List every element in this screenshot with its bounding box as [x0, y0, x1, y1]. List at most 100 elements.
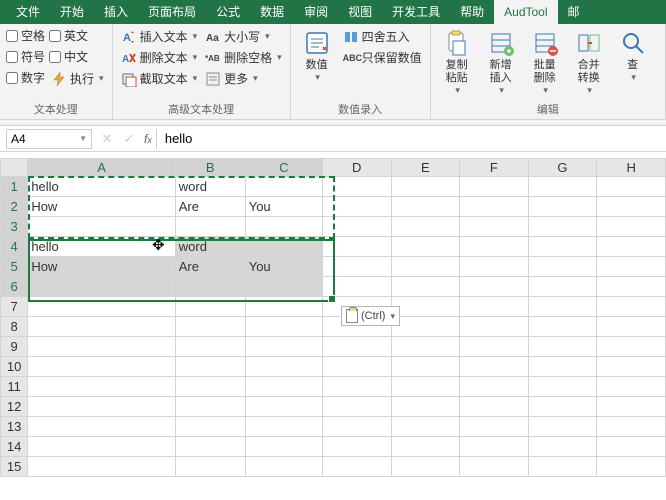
cell-C9[interactable]: [245, 337, 322, 357]
cell-H9[interactable]: [597, 337, 666, 357]
cell-E15[interactable]: [391, 457, 460, 477]
edit-button-3[interactable]: 合并转换▾: [569, 27, 609, 98]
cell-C14[interactable]: [245, 437, 322, 457]
cell-F6[interactable]: [460, 277, 529, 297]
cell-D2[interactable]: [322, 197, 391, 217]
row-header-7[interactable]: 7: [1, 297, 28, 317]
menu-item-8[interactable]: 开发工具: [382, 0, 450, 24]
cell-F7[interactable]: [460, 297, 529, 317]
cell-A2[interactable]: How: [28, 197, 175, 217]
menu-item-7[interactable]: 视图: [338, 0, 382, 24]
cell-G1[interactable]: [528, 177, 597, 197]
cell-A8[interactable]: [28, 317, 175, 337]
cell-C2[interactable]: You: [245, 197, 322, 217]
edit-button-1[interactable]: 新增插入▾: [481, 27, 521, 98]
cell-C1[interactable]: [245, 177, 322, 197]
cell-C12[interactable]: [245, 397, 322, 417]
cell-B14[interactable]: [175, 437, 245, 457]
cell-A9[interactable]: [28, 337, 175, 357]
cell-F5[interactable]: [460, 257, 529, 277]
cell-B10[interactable]: [175, 357, 245, 377]
cell-E1[interactable]: [391, 177, 460, 197]
cell-A10[interactable]: [28, 357, 175, 377]
cell-E11[interactable]: [391, 377, 460, 397]
row-header-13[interactable]: 13: [1, 417, 28, 437]
cell-E13[interactable]: [391, 417, 460, 437]
formula-input[interactable]: [156, 129, 666, 149]
cell-D9[interactable]: [322, 337, 391, 357]
cell-A11[interactable]: [28, 377, 175, 397]
row-header-1[interactable]: 1: [1, 177, 28, 197]
cell-H4[interactable]: [597, 237, 666, 257]
cell-H12[interactable]: [597, 397, 666, 417]
round-button[interactable]: 四舍五入: [341, 27, 424, 46]
cell-F15[interactable]: [460, 457, 529, 477]
menu-item-2[interactable]: 插入: [94, 0, 138, 24]
cell-D12[interactable]: [322, 397, 391, 417]
cell-B8[interactable]: [175, 317, 245, 337]
cell-F12[interactable]: [460, 397, 529, 417]
column-header-B[interactable]: B: [175, 159, 245, 177]
insert-text-button[interactable]: A插入文本▾: [119, 27, 200, 46]
cell-C7[interactable]: [245, 297, 322, 317]
cell-E9[interactable]: [391, 337, 460, 357]
column-header-H[interactable]: H: [597, 159, 666, 177]
cell-H8[interactable]: [597, 317, 666, 337]
cell-E14[interactable]: [391, 437, 460, 457]
cell-F3[interactable]: [460, 217, 529, 237]
name-box[interactable]: A4 ▼: [6, 129, 92, 149]
cell-B15[interactable]: [175, 457, 245, 477]
cell-F11[interactable]: [460, 377, 529, 397]
cell-C5[interactable]: You: [245, 257, 322, 277]
cell-F14[interactable]: [460, 437, 529, 457]
cell-D6[interactable]: [322, 277, 391, 297]
cell-A5[interactable]: How: [28, 257, 175, 277]
keep-num-button[interactable]: ABC 只保留数值: [341, 48, 424, 67]
row-header-11[interactable]: 11: [1, 377, 28, 397]
cell-B12[interactable]: [175, 397, 245, 417]
cell-F8[interactable]: [460, 317, 529, 337]
menu-item-1[interactable]: 开始: [50, 0, 94, 24]
cell-B7[interactable]: [175, 297, 245, 317]
cell-F4[interactable]: [460, 237, 529, 257]
cell-G2[interactable]: [528, 197, 597, 217]
more-button[interactable]: 更多▾: [203, 69, 284, 88]
case-button[interactable]: Aa大小写▾: [203, 27, 284, 46]
cell-H2[interactable]: [597, 197, 666, 217]
fx-icon[interactable]: fx: [144, 132, 152, 146]
cell-A14[interactable]: [28, 437, 175, 457]
row-header-8[interactable]: 8: [1, 317, 28, 337]
cell-E12[interactable]: [391, 397, 460, 417]
cell-G13[interactable]: [528, 417, 597, 437]
menu-item-5[interactable]: 数据: [250, 0, 294, 24]
cell-F10[interactable]: [460, 357, 529, 377]
cell-E4[interactable]: [391, 237, 460, 257]
cell-H11[interactable]: [597, 377, 666, 397]
cell-C4[interactable]: [245, 237, 322, 257]
cell-C8[interactable]: [245, 317, 322, 337]
cell-G8[interactable]: [528, 317, 597, 337]
cell-E10[interactable]: [391, 357, 460, 377]
cell-B1[interactable]: word: [175, 177, 245, 197]
row-header-10[interactable]: 10: [1, 357, 28, 377]
cell-B9[interactable]: [175, 337, 245, 357]
checkbox-chinese[interactable]: 中文: [49, 48, 106, 65]
cell-H10[interactable]: [597, 357, 666, 377]
cell-B6[interactable]: [175, 277, 245, 297]
row-header-3[interactable]: 3: [1, 217, 28, 237]
cell-A12[interactable]: [28, 397, 175, 417]
cell-H14[interactable]: [597, 437, 666, 457]
cell-B2[interactable]: Are: [175, 197, 245, 217]
cell-A4[interactable]: hello: [28, 237, 175, 257]
checkbox-1[interactable]: 符号: [6, 48, 45, 65]
trim-button[interactable]: *AB删除空格▾: [203, 48, 284, 67]
row-header-9[interactable]: 9: [1, 337, 28, 357]
cell-B11[interactable]: [175, 377, 245, 397]
cell-D15[interactable]: [322, 457, 391, 477]
cell-G15[interactable]: [528, 457, 597, 477]
cell-A7[interactable]: [28, 297, 175, 317]
execute-button[interactable]: 执行▾: [49, 69, 106, 88]
row-header-4[interactable]: 4: [1, 237, 28, 257]
cell-D13[interactable]: [322, 417, 391, 437]
menu-item-9[interactable]: 帮助: [450, 0, 494, 24]
